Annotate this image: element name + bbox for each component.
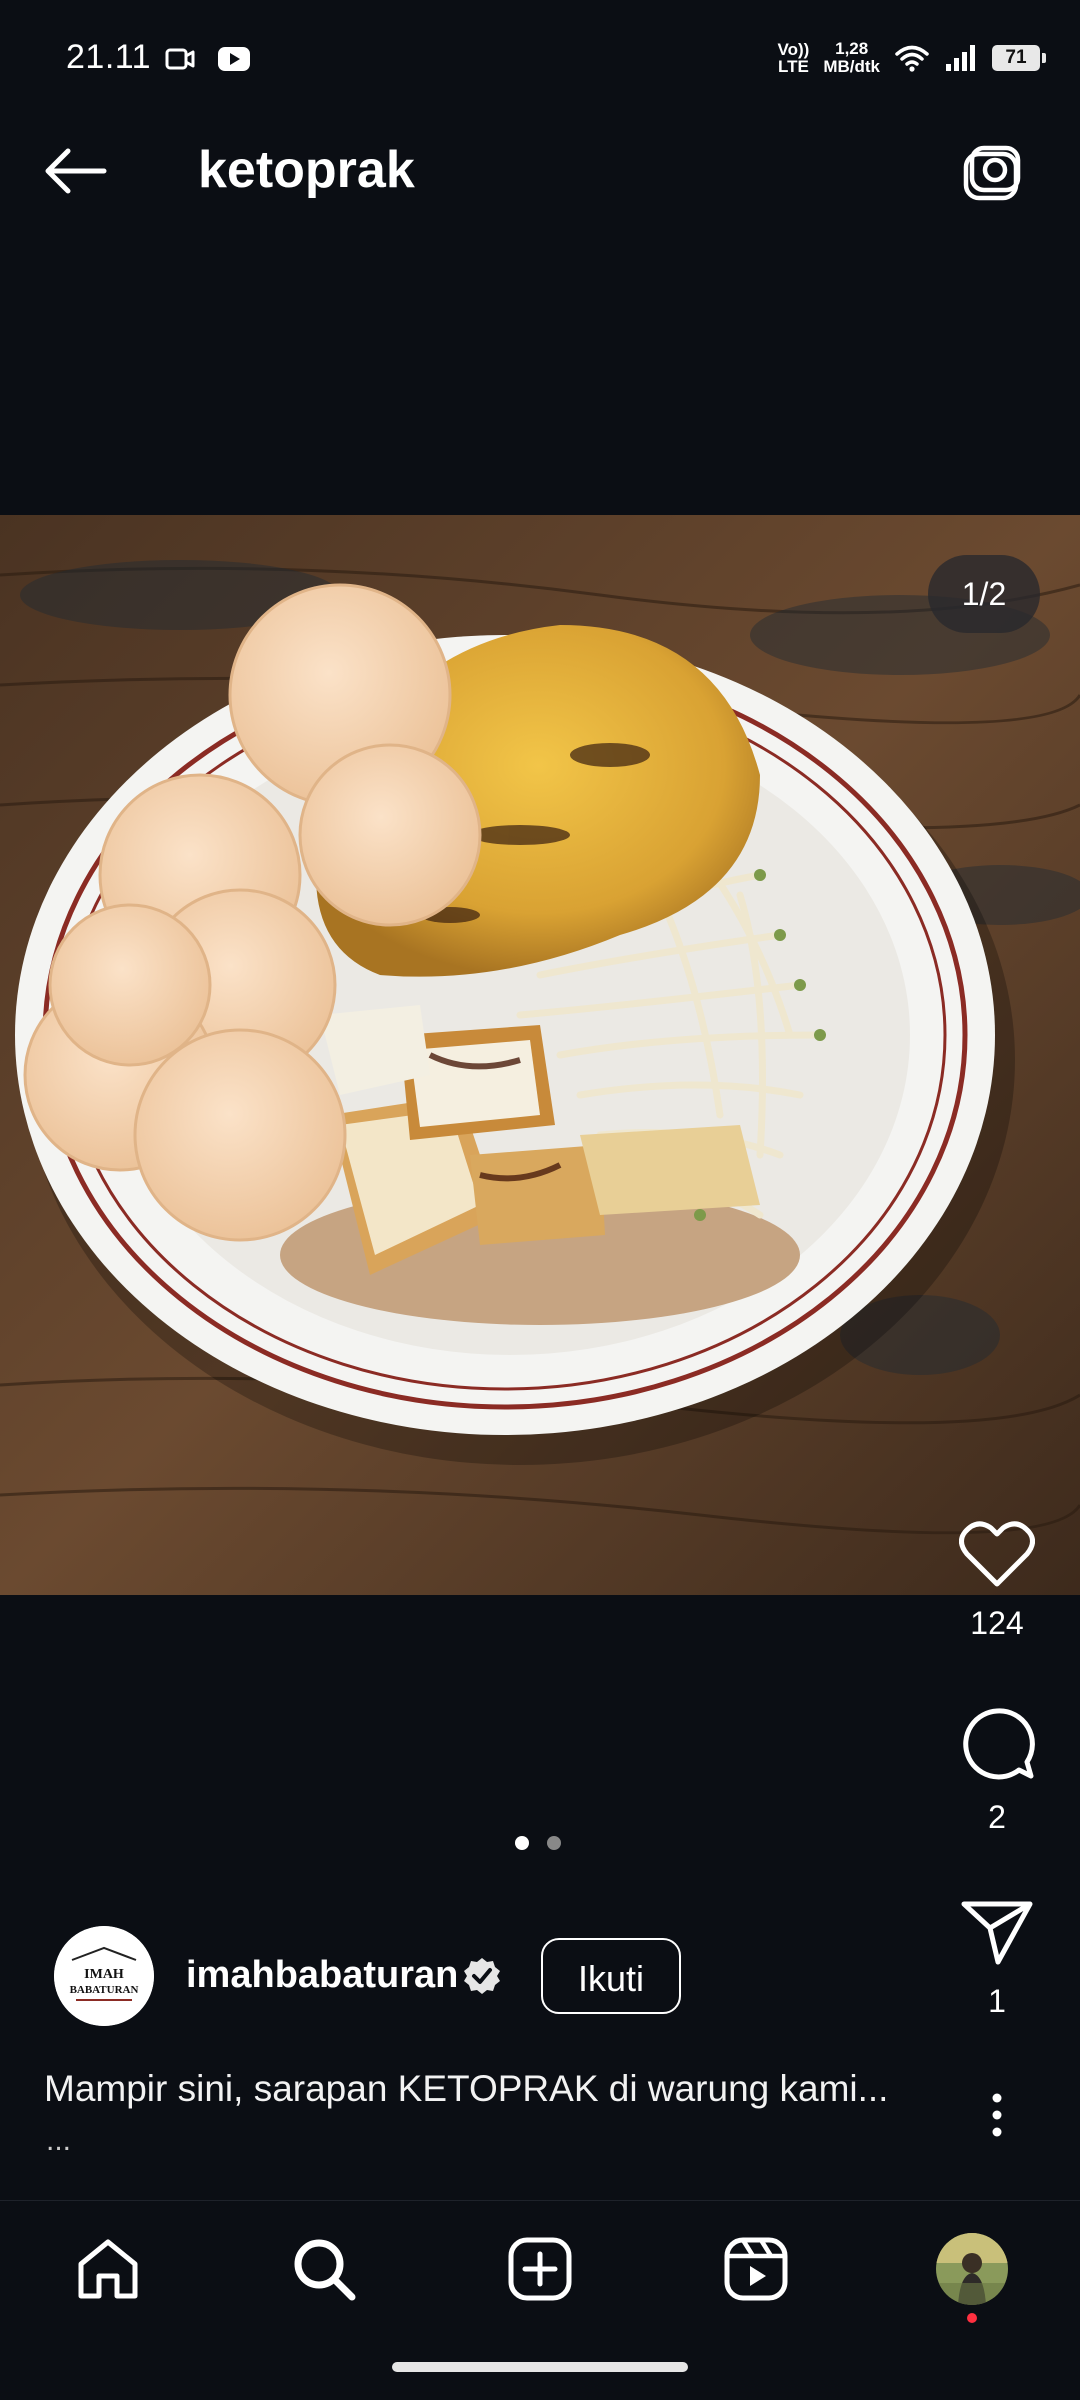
volte-label: Vo)) (777, 40, 810, 59)
reels-icon[interactable] (723, 2236, 789, 2302)
status-left-icons (165, 46, 251, 72)
ketoprak-photo (0, 515, 1080, 1595)
video-camera-icon (165, 48, 195, 70)
nav-profile[interactable] (932, 2229, 1012, 2309)
arrow-left-icon[interactable] (42, 146, 108, 196)
carousel-dot-active (515, 1836, 529, 1850)
comment-icon[interactable] (959, 1706, 1035, 1782)
author-row: IMAH BABATURAN imahbabaturan Ikuti (0, 1922, 900, 2032)
status-bar: 21.11 Vo)) LTE 1,28 MB/dtk 71 (0, 0, 1080, 92)
youtube-icon (218, 47, 250, 71)
home-icon[interactable] (75, 2236, 141, 2302)
image-counter-badge: 1/2 (928, 555, 1040, 633)
nav-reels[interactable] (716, 2229, 796, 2309)
camera-icon[interactable] (960, 144, 1024, 204)
like-count: 124 (970, 1605, 1024, 1641)
bottom-nav (0, 2200, 1080, 2341)
top-bar: ketoprak (0, 120, 1080, 220)
profile-avatar[interactable] (936, 2233, 1008, 2305)
create-icon[interactable] (507, 2236, 573, 2302)
search-icon[interactable] (291, 2236, 357, 2302)
caption-more[interactable]: ... (46, 2124, 71, 2158)
more-vertical-icon[interactable] (987, 2092, 1007, 2138)
carousel-dot (547, 1836, 561, 1850)
profile-photo (936, 2233, 1008, 2305)
logo-text-babaturan: BABATURAN (70, 1984, 139, 1996)
battery-icon: 71 (992, 45, 1046, 71)
post-caption[interactable]: Mampir sini, sarapan KETOPRAK di warung … (44, 2068, 888, 2110)
like-action[interactable]: 124 (947, 1520, 1047, 1642)
share-action[interactable]: 1 (947, 1900, 1047, 2020)
lte-label: LTE (778, 57, 809, 76)
follow-button[interactable]: Ikuti (541, 1938, 681, 2014)
status-right: Vo)) LTE 1,28 MB/dtk 71 (778, 40, 1046, 76)
status-time: 21.11 (66, 38, 152, 76)
nav-search[interactable] (284, 2229, 364, 2309)
network-type: Vo)) LTE (778, 41, 810, 75)
comment-action[interactable]: 2 (947, 1706, 1047, 1836)
wifi-icon (895, 45, 929, 72)
post-image[interactable] (0, 515, 1080, 1595)
logo-text-imah: IMAH (84, 1967, 124, 1982)
more-options-action[interactable] (947, 2092, 1047, 2143)
send-icon[interactable] (960, 1900, 1034, 1966)
carousel-indicator (515, 1836, 561, 1850)
comment-count: 2 (988, 1799, 1006, 1835)
network-speed: 1,28 MB/dtk (823, 40, 880, 76)
share-count: 1 (988, 1983, 1006, 2019)
author-username[interactable]: imahbabaturan (186, 1954, 458, 1997)
signal-icon (946, 45, 975, 71)
author-avatar[interactable]: IMAH BABATURAN (54, 1926, 154, 2026)
verified-badge-icon (464, 1958, 500, 1994)
speed-value: 1,28 (835, 39, 869, 58)
imah-babaturan-logo: IMAH BABATURAN (54, 1926, 154, 2026)
page-title: ketoprak (198, 141, 415, 199)
speed-unit: MB/dtk (823, 57, 880, 76)
home-indicator[interactable] (392, 2362, 688, 2372)
nav-home[interactable] (68, 2229, 148, 2309)
notification-dot (967, 2313, 977, 2323)
heart-icon[interactable] (959, 1520, 1035, 1588)
nav-create[interactable] (500, 2229, 580, 2309)
